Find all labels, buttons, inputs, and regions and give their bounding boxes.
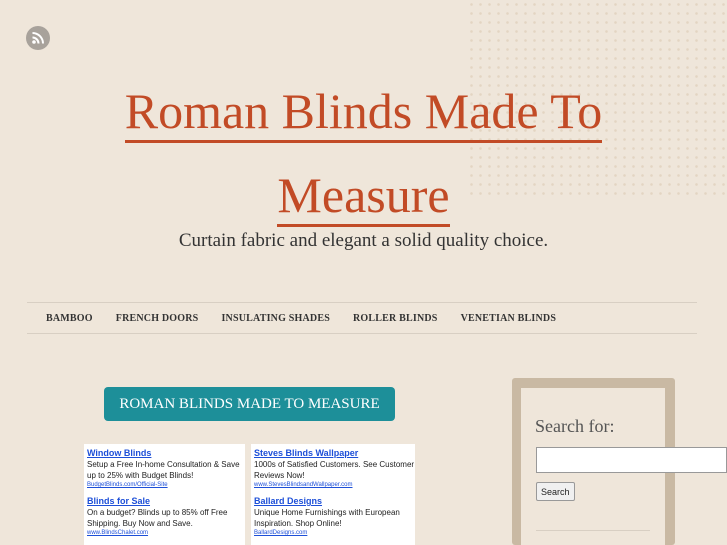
site-tagline: Curtain fabric and elegant a solid quali… — [178, 230, 549, 251]
ad-title-link[interactable]: Blinds for Sale — [87, 495, 245, 507]
ad-description: 1000s of Satisfied Customers. See Custom… — [254, 460, 415, 480]
ad-url-link[interactable]: www.BlindsChalet.com — [87, 529, 245, 537]
nav-item-venetian-blinds[interactable]: VENETIAN BLINDS — [461, 313, 557, 324]
ad-item: Window Blinds Setup a Free In-home Consu… — [87, 447, 245, 489]
ad-block-left: Window Blinds Setup a Free In-home Consu… — [84, 444, 245, 545]
site-title[interactable]: Roman Blinds Made To — [0, 86, 727, 143]
ad-item: Ballard Designs Unique Home Furnishings … — [254, 495, 415, 537]
ad-item: Blinds for Sale On a budget? Blinds up t… — [87, 495, 245, 537]
search-input[interactable] — [536, 447, 727, 473]
site-title-line-1[interactable]: Roman Blinds Made To — [124, 86, 603, 143]
ad-url-link[interactable]: www.StevesBlindsandWallpaper.com — [254, 481, 415, 489]
nav-item-french-doors[interactable]: FRENCH DOORS — [116, 313, 199, 324]
nav-item-bamboo[interactable]: BAMBOO — [46, 313, 93, 324]
ad-url-link[interactable]: BallardDesigns.com — [254, 529, 415, 537]
rss-icon — [32, 32, 44, 44]
site-title-continued[interactable]: Measure — [0, 170, 727, 227]
nav-item-roller-blinds[interactable]: ROLLER BLINDS — [353, 313, 438, 324]
ad-description: On a budget? Blinds up to 85% off Free S… — [87, 508, 228, 528]
rss-feed-link[interactable] — [26, 26, 50, 50]
ad-item: Steves Blinds Wallpaper 1000s of Satisfi… — [254, 447, 415, 489]
ad-block-right: Steves Blinds Wallpaper 1000s of Satisfi… — [251, 444, 415, 545]
ad-description: Setup a Free In-home Consultation & Save… — [87, 460, 240, 480]
nav-item-insulating-shades[interactable]: INSULATING SHADES — [221, 313, 330, 324]
ad-url-link[interactable]: BudgetBlinds.com/Official-Site — [87, 481, 245, 489]
main-navigation: BAMBOO FRENCH DOORS INSULATING SHADES RO… — [27, 302, 697, 334]
ad-title-link[interactable]: Window Blinds — [87, 447, 245, 459]
page-headline-button[interactable]: ROMAN BLINDS MADE TO MEASURE — [104, 387, 395, 421]
site-title-line-2[interactable]: Measure — [277, 170, 450, 227]
sidebar-divider — [536, 530, 650, 531]
ad-title-link[interactable]: Steves Blinds Wallpaper — [254, 447, 415, 459]
ad-description: Unique Home Furnishings with European In… — [254, 508, 400, 528]
ad-title-link[interactable]: Ballard Designs — [254, 495, 415, 507]
search-button[interactable]: Search — [536, 482, 575, 501]
search-label: Search for: — [535, 416, 615, 436]
